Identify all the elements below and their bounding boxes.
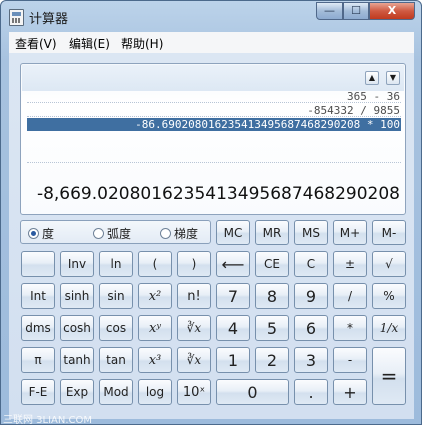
history-entry[interactable]: -854332 / 9855 bbox=[307, 104, 400, 117]
divide-key[interactable]: / bbox=[333, 283, 367, 309]
tan-key[interactable]: tan bbox=[99, 347, 133, 373]
exp-key[interactable]: Exp bbox=[60, 379, 94, 405]
equals-key[interactable]: = bbox=[372, 347, 406, 405]
watermark: 三联网 3LIAN.COM bbox=[3, 415, 93, 426]
close-icon: X bbox=[387, 4, 397, 17]
inverse-key[interactable]: Inv bbox=[60, 251, 94, 277]
decimal-point-key[interactable]: . bbox=[294, 379, 328, 405]
digit-3-key[interactable]: 3 bbox=[294, 347, 328, 373]
negate-key[interactable]: ± bbox=[333, 251, 367, 277]
history-divider bbox=[27, 102, 401, 103]
add-key[interactable]: + bbox=[333, 379, 367, 405]
digit-5-key[interactable]: 5 bbox=[255, 315, 289, 341]
digit-1-key[interactable]: 1 bbox=[216, 347, 250, 373]
calculator-window: 计算器 — ☐ X 查看(V) 编辑(E) 帮助(H) ▲ ▼ 365 - 36… bbox=[0, 0, 422, 426]
clear-entry-key[interactable]: CE bbox=[255, 251, 289, 277]
reciprocal-key[interactable]: 1/x bbox=[372, 315, 406, 341]
title-bar[interactable]: 计算器 — ☐ X bbox=[1, 1, 421, 31]
minimize-button[interactable]: — bbox=[316, 2, 343, 20]
open-paren-key[interactable]: ( bbox=[138, 251, 172, 277]
tanh-key[interactable]: tanh bbox=[60, 347, 94, 373]
fixed-exponent-key[interactable]: F-E bbox=[21, 379, 55, 405]
sinh-key[interactable]: sinh bbox=[60, 283, 94, 309]
square-key[interactable]: x² bbox=[138, 283, 172, 309]
window-title: 计算器 bbox=[29, 12, 69, 27]
digit-0-key[interactable]: 0 bbox=[216, 379, 289, 405]
radio-unselected-icon bbox=[160, 228, 171, 239]
nth-root-key[interactable]: ∛x bbox=[177, 315, 211, 341]
minimize-icon: — bbox=[324, 4, 335, 17]
history-header: ▲ ▼ bbox=[22, 65, 404, 91]
cosh-key[interactable]: cosh bbox=[60, 315, 94, 341]
digit-2-key[interactable]: 2 bbox=[255, 347, 289, 373]
log-key[interactable]: log bbox=[138, 379, 172, 405]
int-key[interactable]: Int bbox=[21, 283, 55, 309]
history-scroll-down-button[interactable]: ▼ bbox=[386, 71, 400, 85]
calculator-app-icon bbox=[9, 9, 24, 26]
result-display: -8,669.0208016235413495687468290208 bbox=[36, 184, 400, 204]
clear-key[interactable]: C bbox=[294, 251, 328, 277]
radio-selected-icon bbox=[28, 228, 39, 239]
radio-degrees[interactable]: 度 bbox=[28, 225, 54, 242]
menu-view[interactable]: 查看(V) bbox=[15, 35, 57, 52]
pi-key[interactable]: π bbox=[21, 347, 55, 373]
triangle-up-icon: ▲ bbox=[368, 73, 376, 82]
menu-bar: 查看(V) 编辑(E) 帮助(H) bbox=[9, 32, 414, 54]
memory-store-button[interactable]: MS bbox=[294, 220, 328, 245]
radio-gradians[interactable]: 梯度 bbox=[160, 225, 198, 242]
history-entry[interactable]: 365 - 36 bbox=[347, 90, 400, 103]
sin-key[interactable]: sin bbox=[99, 283, 133, 309]
memory-recall-button[interactable]: MR bbox=[255, 220, 289, 245]
blank-key[interactable] bbox=[21, 251, 55, 277]
cube-key[interactable]: x³ bbox=[138, 347, 172, 373]
maximize-button[interactable]: ☐ bbox=[343, 2, 369, 20]
display-divider bbox=[27, 162, 401, 163]
history-scroll-up-button[interactable]: ▲ bbox=[365, 71, 379, 85]
cos-key[interactable]: cos bbox=[99, 315, 133, 341]
radio-label: 梯度 bbox=[174, 227, 199, 241]
memory-clear-button[interactable]: MC bbox=[216, 220, 250, 245]
percent-key[interactable]: % bbox=[372, 283, 406, 309]
digit-7-key[interactable]: 7 bbox=[216, 283, 250, 309]
menu-edit[interactable]: 编辑(E) bbox=[69, 35, 110, 52]
square-root-key[interactable]: √ bbox=[372, 251, 406, 277]
history-entry-selected[interactable]: -86.690208016235413495687468290208 * 100 bbox=[27, 118, 401, 131]
radio-label: 度 bbox=[42, 227, 55, 241]
memory-subtract-button[interactable]: M- bbox=[372, 220, 406, 245]
ten-power-key[interactable]: 10ˣ bbox=[177, 379, 211, 405]
dms-key[interactable]: dms bbox=[21, 315, 55, 341]
memory-add-button[interactable]: M+ bbox=[333, 220, 367, 245]
close-button[interactable]: X bbox=[369, 2, 415, 20]
angle-mode-group: 度 弧度 梯度 bbox=[20, 220, 211, 244]
multiply-key[interactable]: * bbox=[333, 315, 367, 341]
power-key[interactable]: xʸ bbox=[138, 315, 172, 341]
display-panel: ▲ ▼ 365 - 36 -854332 / 9855 -86.69020801… bbox=[20, 63, 406, 215]
digit-6-key[interactable]: 6 bbox=[294, 315, 328, 341]
digit-8-key[interactable]: 8 bbox=[255, 283, 289, 309]
mod-key[interactable]: Mod bbox=[99, 379, 133, 405]
radio-unselected-icon bbox=[93, 228, 104, 239]
cube-root-key[interactable]: ∛x bbox=[177, 347, 211, 373]
subtract-key[interactable]: - bbox=[333, 347, 367, 373]
menu-help[interactable]: 帮助(H) bbox=[121, 35, 163, 52]
factorial-key[interactable]: n! bbox=[177, 283, 211, 309]
backspace-key[interactable]: ⟵ bbox=[216, 251, 250, 277]
digit-4-key[interactable]: 4 bbox=[216, 315, 250, 341]
triangle-down-icon: ▼ bbox=[389, 73, 397, 82]
ln-key[interactable]: ln bbox=[99, 251, 133, 277]
close-paren-key[interactable]: ) bbox=[177, 251, 211, 277]
radio-label: 弧度 bbox=[107, 227, 132, 241]
radio-radians[interactable]: 弧度 bbox=[93, 225, 131, 242]
digit-9-key[interactable]: 9 bbox=[294, 283, 328, 309]
maximize-icon: ☐ bbox=[351, 4, 361, 17]
